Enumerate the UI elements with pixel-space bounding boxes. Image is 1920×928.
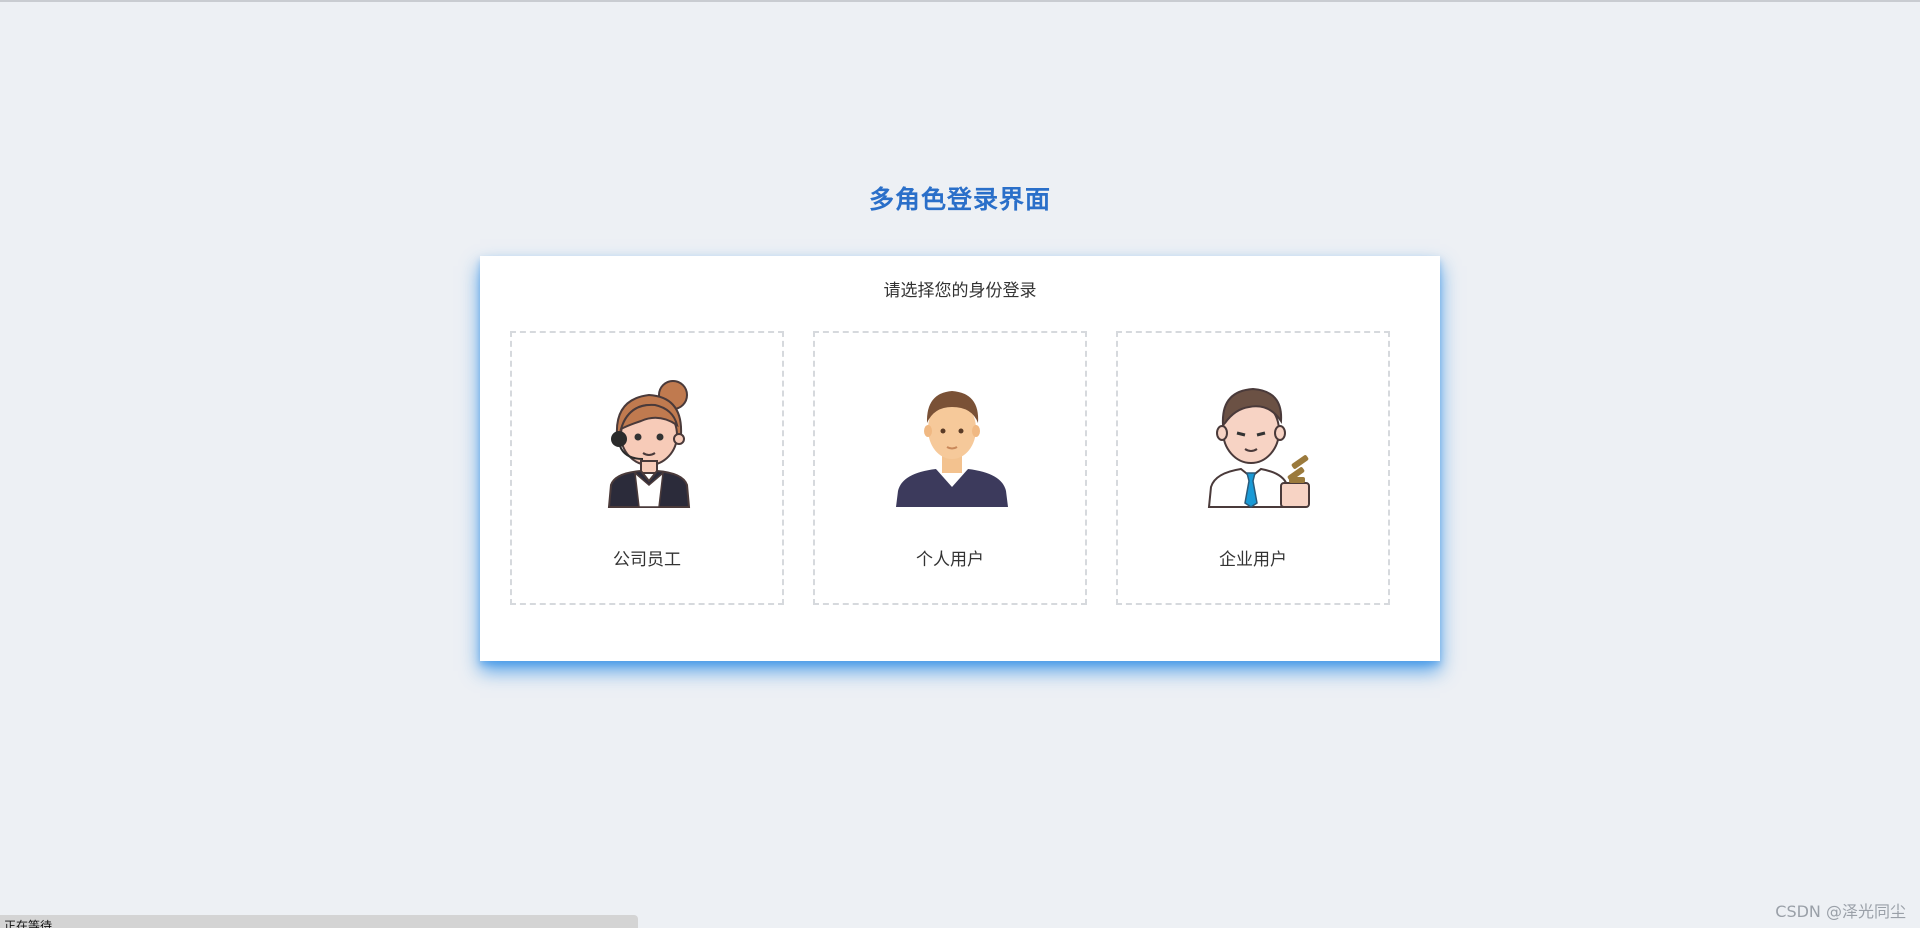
role-tile-employee[interactable]: 公司员工 bbox=[510, 331, 784, 605]
personal-user-avatar-icon bbox=[896, 391, 1008, 507]
role-label-employee: 公司员工 bbox=[613, 550, 681, 570]
role-label-enterprise-user: 企业用户 bbox=[1219, 550, 1287, 570]
employee-avatar-icon bbox=[607, 380, 691, 508]
login-role-card: 请选择您的身份登录 公司员工 个人用户 企业用户 bbox=[480, 256, 1440, 661]
role-label-personal-user: 个人用户 bbox=[916, 550, 984, 570]
browser-status-bar: 正在等待 ... bbox=[0, 915, 638, 928]
window-top-border bbox=[0, 0, 1920, 2]
role-tile-enterprise-user[interactable]: 企业用户 bbox=[1116, 331, 1390, 605]
watermark: CSDN @泽光同尘 bbox=[1775, 902, 1906, 921]
card-subtitle: 请选择您的身份登录 bbox=[883, 281, 1037, 301]
role-tile-personal-user[interactable]: 个人用户 bbox=[813, 331, 1087, 605]
page-title: 多角色登录界面 bbox=[868, 185, 1051, 214]
enterprise-user-avatar-icon bbox=[1207, 387, 1310, 508]
